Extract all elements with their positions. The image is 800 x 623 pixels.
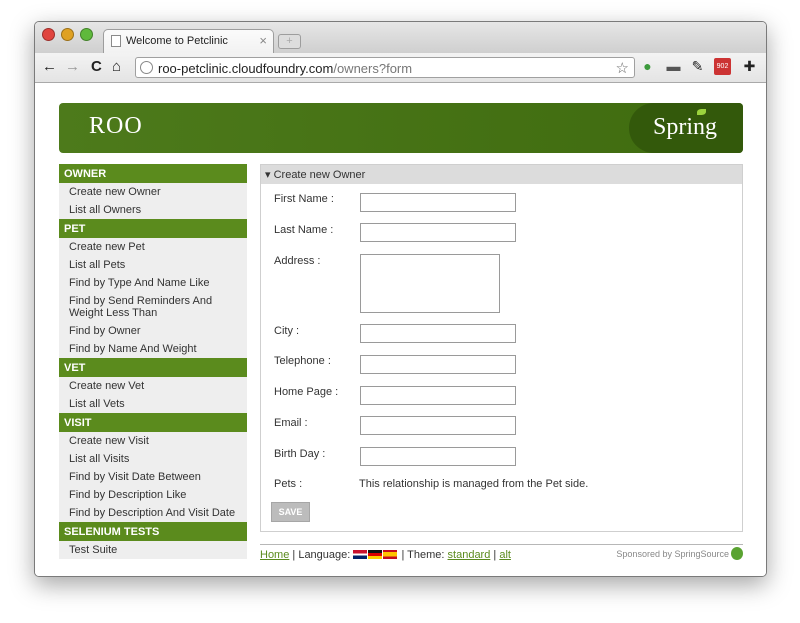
- menu-item-find-description[interactable]: Find by Description Like: [59, 486, 247, 504]
- forward-icon[interactable]: →: [65, 58, 80, 75]
- email-label: Email :: [274, 417, 308, 429]
- pets-label: Pets :: [274, 478, 303, 490]
- collapse-arrow-icon: ▾: [265, 169, 271, 181]
- browser-window: Welcome to Petclinic × + ← → C ⌂ roo-pet…: [34, 21, 767, 577]
- tab-bar: Welcome to Petclinic × +: [35, 22, 766, 53]
- home-link[interactable]: Home: [260, 549, 289, 561]
- spring-leaf-icon: [697, 109, 706, 115]
- birth-day-input[interactable]: [360, 447, 516, 466]
- page-content: ROO Spring OWNER Create new Owner List a…: [35, 84, 766, 576]
- flag-uk-icon[interactable]: [353, 550, 368, 559]
- tab-title: Welcome to Petclinic: [126, 35, 228, 47]
- header-banner: ROO Spring: [59, 103, 743, 153]
- pets-note: This relationship is managed from the Pe…: [359, 478, 589, 490]
- page-icon: [111, 35, 121, 47]
- maximize-window-button[interactable]: [80, 28, 93, 41]
- flag-germany-icon[interactable]: [368, 550, 383, 559]
- menu-item-list-visits[interactable]: List all Visits: [59, 450, 247, 468]
- last-name-label: Last Name :: [274, 224, 334, 236]
- home-icon[interactable]: ⌂: [112, 58, 121, 75]
- menu-header-owner: OWNER: [59, 164, 247, 183]
- footer: Home | Language: | Theme: standard | alt…: [260, 544, 743, 562]
- menu-item-create-vet[interactable]: Create new Vet: [59, 377, 247, 395]
- first-name-label: First Name :: [274, 193, 334, 205]
- theme-alt-link[interactable]: alt: [499, 549, 511, 561]
- telephone-input[interactable]: [360, 355, 516, 374]
- menu-item-list-vets[interactable]: List all Vets: [59, 395, 247, 413]
- panel-title: Create new Owner: [273, 169, 366, 181]
- email-input[interactable]: [360, 416, 516, 435]
- tab-welcome[interactable]: Welcome to Petclinic ×: [103, 29, 274, 53]
- panel-header[interactable]: ▾ Create new Owner: [261, 165, 742, 184]
- birth-day-label: Birth Day :: [274, 448, 326, 460]
- language-label: | Language:: [292, 549, 351, 561]
- last-name-input[interactable]: [360, 223, 516, 242]
- address-textarea[interactable]: [360, 254, 500, 313]
- address-bar[interactable]: roo-petclinic.cloudfoundry.com/owners?fo…: [135, 57, 635, 78]
- menu-item-test-suite[interactable]: Test Suite: [59, 541, 247, 559]
- menu-header-selenium: SELENIUM TESTS: [59, 522, 247, 541]
- menu-item-find-visit-date[interactable]: Find by Visit Date Between: [59, 468, 247, 486]
- create-owner-panel: ▾ Create new Owner First Name : Last Nam…: [260, 164, 743, 532]
- menu-header-visit: VISIT: [59, 413, 247, 432]
- menu-item-find-name-weight[interactable]: Find by Name And Weight: [59, 340, 247, 358]
- bookmark-star-icon[interactable]: ☆: [616, 59, 629, 77]
- tab-close-icon[interactable]: ×: [259, 33, 267, 48]
- telephone-label: Telephone :: [274, 355, 331, 367]
- browser-toolbar: ← → C ⌂ roo-petclinic.cloudfoundry.com/o…: [35, 53, 766, 83]
- address-label: Address :: [274, 255, 321, 267]
- city-label: City :: [274, 325, 300, 337]
- extension-key-icon[interactable]: ✎: [689, 58, 706, 75]
- menu-item-find-owner[interactable]: Find by Owner: [59, 322, 247, 340]
- globe-icon: [140, 61, 153, 74]
- home-page-input[interactable]: [360, 386, 516, 405]
- menu-item-create-visit[interactable]: Create new Visit: [59, 432, 247, 450]
- menu-header-pet: PET: [59, 219, 247, 238]
- save-button[interactable]: SAVE: [271, 502, 310, 522]
- reload-icon[interactable]: C: [91, 58, 102, 75]
- sidebar-menu: OWNER Create new Owner List all Owners P…: [59, 164, 247, 559]
- theme-separator: |: [493, 549, 497, 561]
- theme-standard-link[interactable]: standard: [448, 549, 491, 561]
- sponsored-text: Sponsored by SpringSource: [616, 549, 729, 559]
- wrench-icon[interactable]: ✚: [741, 58, 758, 75]
- home-page-label: Home Page :: [274, 386, 339, 398]
- roo-logo: ROO: [89, 113, 143, 139]
- back-icon[interactable]: ←: [42, 58, 57, 75]
- springsource-icon: [731, 547, 743, 560]
- flag-spain-icon[interactable]: [383, 550, 398, 559]
- extension-green-icon[interactable]: ●: [639, 58, 656, 75]
- menu-header-vet: VET: [59, 358, 247, 377]
- menu-item-find-reminders-weight[interactable]: Find by Send Reminders And Weight Less T…: [59, 292, 247, 322]
- menu-item-find-type-name[interactable]: Find by Type And Name Like: [59, 274, 247, 292]
- url-text: roo-petclinic.cloudfoundry.com/owners?fo…: [158, 61, 413, 76]
- close-window-button[interactable]: [42, 28, 55, 41]
- city-input[interactable]: [360, 324, 516, 343]
- extension-mask-icon[interactable]: ▬: [665, 58, 682, 75]
- spring-logo: Spring: [629, 103, 743, 153]
- theme-label: | Theme:: [401, 549, 445, 561]
- minimize-window-button[interactable]: [61, 28, 74, 41]
- menu-item-find-description-date[interactable]: Find by Description And Visit Date: [59, 504, 247, 522]
- first-name-input[interactable]: [360, 193, 516, 212]
- new-tab-button[interactable]: +: [278, 34, 301, 49]
- menu-item-create-owner[interactable]: Create new Owner: [59, 183, 247, 201]
- gmail-checker-icon[interactable]: 902: [714, 58, 731, 75]
- menu-item-list-owners[interactable]: List all Owners: [59, 201, 247, 219]
- menu-item-create-pet[interactable]: Create new Pet: [59, 238, 247, 256]
- menu-item-list-pets[interactable]: List all Pets: [59, 256, 247, 274]
